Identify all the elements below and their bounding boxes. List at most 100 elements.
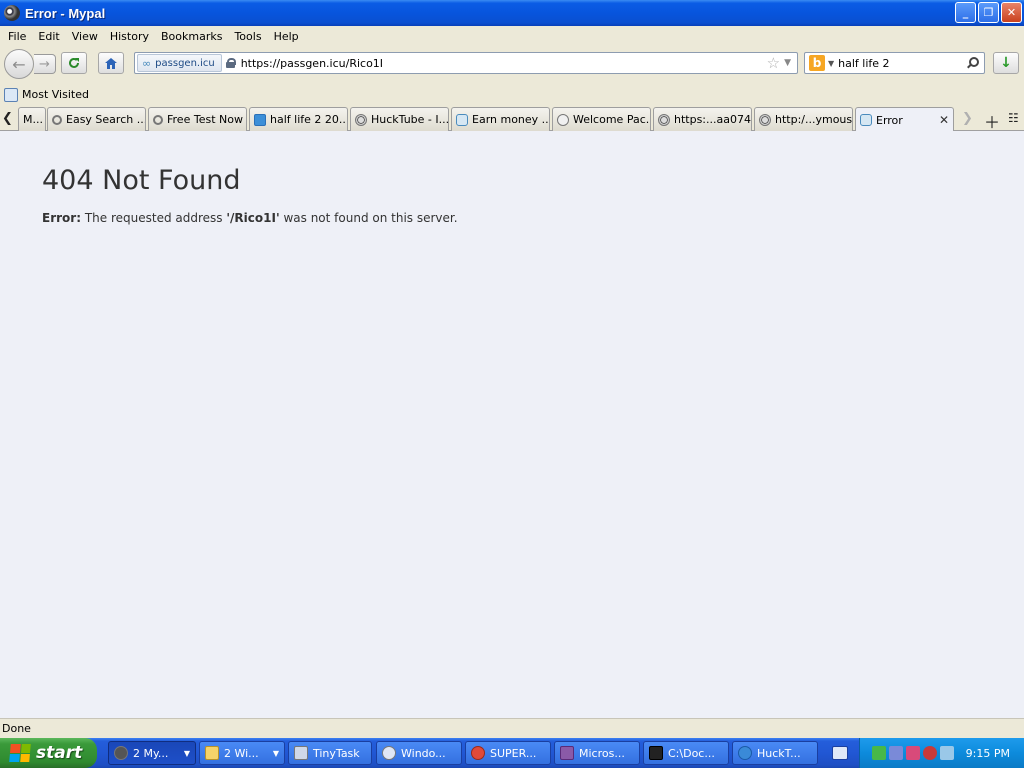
search-icon [52, 114, 62, 125]
error-heading: 404 Not Found [42, 165, 241, 196]
tab-label: http:/...ymous/ [775, 113, 853, 126]
tab-label: Easy Search ... [66, 113, 146, 126]
reload-icon [69, 57, 79, 68]
window-title: Error - Mypal [25, 5, 106, 21]
most-visited-icon [4, 87, 18, 102]
navigation-toolbar: ← → ∞ passgen.icu https://passgen.icu/Ri… [0, 46, 1024, 82]
tab[interactable]: HuckTube - I... [350, 107, 449, 131]
back-button[interactable]: ← [4, 49, 34, 79]
taskbar-label: 2 Wi... [224, 746, 259, 760]
menu-view[interactable]: View [66, 30, 104, 43]
site-favicon-icon: ∞ [142, 56, 152, 70]
taskbar-label: HuckT... [757, 746, 801, 760]
tab-label: Earn money ... [472, 113, 550, 126]
menu-history[interactable]: History [104, 30, 155, 43]
tray-app-icon[interactable] [923, 746, 937, 760]
clock[interactable]: 9:15 PM [966, 747, 1010, 760]
menu-file[interactable]: File [2, 30, 32, 43]
forward-arrow-icon: → [39, 56, 50, 72]
download-arrow-icon: ↓ [1000, 55, 1012, 71]
list-all-tabs-icon[interactable]: ☷ [1008, 111, 1019, 125]
url-input[interactable]: https://passgen.icu/Rico1I [241, 57, 767, 70]
taskbar-item[interactable]: C:\Doc... [643, 741, 729, 765]
volume-icon[interactable] [940, 746, 954, 760]
tab[interactable]: https:...aa074f [653, 107, 752, 131]
tab-scroll-right-icon[interactable]: ❯ [962, 111, 973, 126]
group-arrow-icon: ▼ [272, 748, 279, 758]
tab[interactable]: Welcome Pac... [552, 107, 651, 131]
taskbar-item[interactable]: 2 My... ▼ [108, 741, 196, 765]
tab-close-icon[interactable]: ✕ [939, 113, 949, 127]
tab[interactable]: half life 2 20... [249, 107, 348, 131]
minimize-button[interactable]: _ [955, 2, 976, 23]
bookmarks-toolbar: Most Visited [0, 84, 1024, 105]
close-button[interactable]: ✕ [1001, 2, 1022, 23]
window-titlebar: Error - Mypal _ ❐ ✕ [0, 0, 1024, 26]
menu-bookmarks[interactable]: Bookmarks [155, 30, 228, 43]
network-icon[interactable] [872, 746, 886, 760]
taskbar-label: SUPER... [490, 746, 537, 760]
menu-bar: File Edit View History Bookmarks Tools H… [0, 26, 1024, 46]
globe-icon [759, 113, 771, 126]
folder-icon [205, 746, 219, 760]
mypal-app-icon [4, 5, 20, 21]
error-label: Error: [42, 211, 81, 225]
superantispyware-icon [471, 746, 485, 760]
tab[interactable]: Free Test Now [148, 107, 247, 131]
bookmark-star-icon[interactable]: ☆ [767, 54, 780, 72]
group-arrow-icon: ▼ [183, 748, 190, 758]
taskbar-item[interactable]: TinyTask [288, 741, 372, 765]
tab[interactable]: M... [18, 107, 46, 131]
home-button[interactable] [98, 52, 124, 74]
taskbar-item[interactable]: SUPER... [465, 741, 551, 765]
tab[interactable]: Earn money ... [451, 107, 550, 131]
globe-icon [355, 113, 367, 126]
search-icon[interactable] [966, 56, 980, 70]
search-input[interactable]: half life 2 [838, 57, 966, 70]
internet-explorer-icon [738, 746, 752, 760]
search-icon [153, 114, 163, 125]
menu-edit[interactable]: Edit [32, 30, 65, 43]
mypal-icon [114, 746, 128, 760]
forward-button[interactable]: → [34, 54, 56, 74]
bing-engine-icon[interactable]: b [809, 55, 825, 71]
url-dropdown-icon[interactable]: ▼ [784, 58, 791, 68]
taskbar-label: 2 My... [133, 746, 169, 760]
error-message: Error: The requested address '/Rico1I' w… [42, 211, 458, 225]
url-bar[interactable]: ∞ passgen.icu https://passgen.icu/Rico1I… [134, 52, 798, 74]
tab-scroll-left-icon[interactable]: ❮ [2, 111, 13, 126]
tinytask-icon [294, 746, 308, 760]
taskbar-item[interactable]: Micros... [554, 741, 640, 765]
taskbar-item[interactable]: Windo... [376, 741, 462, 765]
maximize-button[interactable]: ❐ [978, 2, 999, 23]
most-visited-bookmark[interactable]: Most Visited [22, 88, 89, 101]
new-tab-icon[interactable]: ＋ [984, 109, 1000, 133]
taskbar-label: Windo... [401, 746, 446, 760]
start-button[interactable]: start [0, 738, 97, 768]
tab-label: Free Test Now [167, 113, 243, 126]
taskbar-item[interactable]: HuckT... [732, 741, 818, 765]
taskbar-label: Micros... [579, 746, 625, 760]
menu-help[interactable]: Help [268, 30, 305, 43]
menu-tools[interactable]: Tools [228, 30, 267, 43]
tab-active[interactable]: Error ✕ [855, 107, 954, 132]
lock-icon [225, 58, 236, 68]
taskbar-label: TinyTask [313, 746, 360, 760]
tab-label: Welcome Pac... [573, 113, 651, 126]
downloads-button[interactable]: ↓ [993, 52, 1019, 74]
site-identity-button[interactable]: ∞ passgen.icu [137, 54, 222, 72]
site-identity-label: passgen.icu [155, 57, 215, 69]
search-bar[interactable]: b ▼ half life 2 [804, 52, 985, 74]
taskbar-item[interactable]: 2 Wi... ▼ [199, 741, 285, 765]
taskbar-label: C:\Doc... [668, 746, 715, 760]
reload-button[interactable] [61, 52, 87, 74]
search-engine-dropdown-icon[interactable]: ▼ [828, 59, 834, 68]
page-content: 404 Not Found Error: The requested addre… [0, 131, 1024, 718]
tab[interactable]: http:/...ymous/ [754, 107, 853, 131]
keyboard-icon[interactable] [832, 746, 848, 760]
windows-taskbar: start 2 My... ▼ 2 Wi... ▼ TinyTask Windo… [0, 738, 1024, 768]
tray-app-icon[interactable] [906, 746, 920, 760]
tray-app-icon[interactable] [889, 746, 903, 760]
status-bar: Done [0, 718, 1024, 738]
tab[interactable]: Easy Search ... [47, 107, 146, 131]
